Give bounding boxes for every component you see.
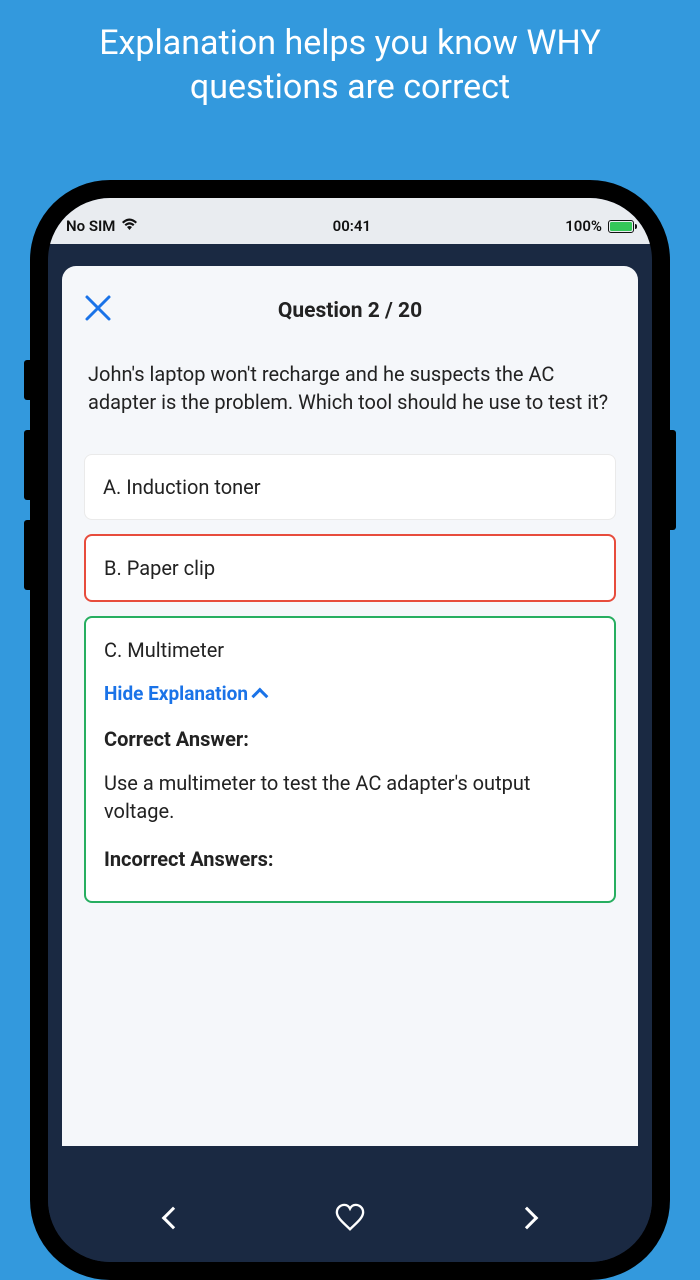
status-bar: No SIM 00:41 100%	[48, 198, 652, 244]
status-right: 100%	[565, 217, 634, 235]
chevron-right-icon	[516, 1207, 539, 1230]
answer-option-a[interactable]: A. Induction toner	[84, 454, 616, 520]
chevron-up-icon	[251, 687, 268, 704]
next-button[interactable]	[519, 1210, 535, 1226]
heart-icon	[335, 1203, 365, 1233]
correct-answer-text: Use a multimeter to test the AC adapter'…	[104, 769, 596, 825]
hide-explanation-toggle[interactable]: Hide Explanation	[104, 682, 596, 705]
promo-headline: Explanation helps you know WHY questions…	[0, 0, 700, 109]
prev-button[interactable]	[165, 1210, 181, 1226]
wifi-icon	[121, 217, 138, 235]
hide-explanation-label: Hide Explanation	[104, 682, 248, 705]
phone-side-button	[24, 430, 30, 500]
question-counter: Question 2 / 20	[84, 299, 616, 323]
favorite-button[interactable]	[335, 1203, 365, 1233]
answer-option-b[interactable]: B. Paper clip	[84, 534, 616, 602]
battery-icon	[608, 220, 634, 233]
clock: 00:41	[333, 217, 371, 235]
phone-frame: No SIM 00:41 100% Question 2 / 20 John	[30, 180, 670, 1280]
phone-side-button	[24, 360, 30, 400]
status-left: No SIM	[66, 217, 138, 235]
phone-side-button	[670, 430, 676, 530]
card-header: Question 2 / 20	[84, 294, 616, 328]
bottom-nav	[48, 1184, 652, 1262]
incorrect-answers-heading: Incorrect Answers:	[104, 847, 596, 871]
answer-c-label: C. Multimeter	[104, 638, 596, 662]
question-card: Question 2 / 20 John's laptop won't rech…	[62, 266, 638, 1146]
phone-side-button	[24, 520, 30, 590]
question-text: John's laptop won't recharge and he susp…	[84, 360, 616, 416]
carrier-label: No SIM	[66, 217, 115, 235]
phone-screen: No SIM 00:41 100% Question 2 / 20 John	[48, 198, 652, 1262]
answer-option-c[interactable]: C. Multimeter Hide Explanation Correct A…	[84, 616, 616, 903]
chevron-left-icon	[162, 1207, 185, 1230]
battery-percent: 100%	[565, 217, 602, 235]
correct-answer-heading: Correct Answer:	[104, 727, 596, 751]
battery-fill	[610, 222, 632, 231]
